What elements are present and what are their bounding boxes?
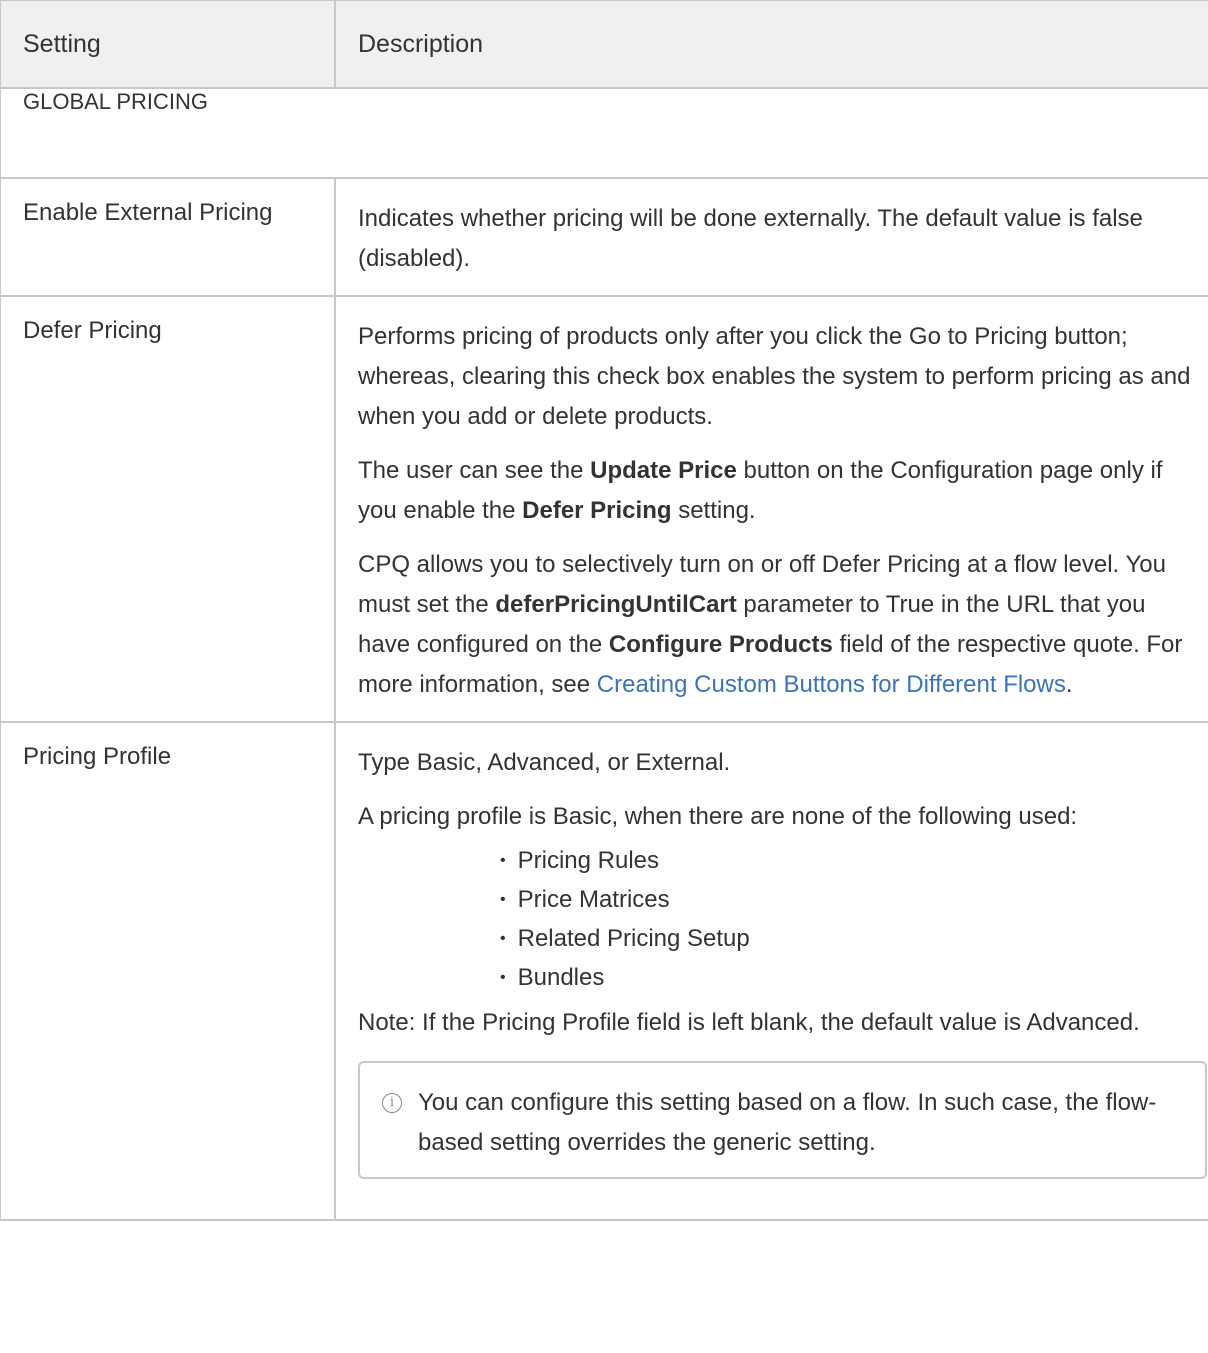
custom-buttons-link[interactable]: Creating Custom Buttons for Different Fl… (597, 671, 1066, 698)
text-span: The user can see the (358, 457, 591, 484)
info-callout: i You can configure this setting based o… (358, 1061, 1207, 1179)
profile-criteria-list: Pricing Rules Price Matrices Related Pri… (358, 843, 1195, 999)
list-item: Price Matrices (500, 882, 1195, 921)
table-row: Pricing Profile Type Basic, Advanced, or… (0, 721, 1208, 1221)
setting-description: Type Basic, Advanced, or External. A pri… (334, 721, 1208, 1221)
setting-description: Performs pricing of products only after … (334, 295, 1208, 723)
table-row: Defer Pricing Performs pricing of produc… (0, 295, 1208, 723)
info-circle-icon: i (382, 1093, 402, 1113)
list-item: Related Pricing Setup (500, 921, 1195, 960)
list-item: Bundles (500, 960, 1195, 999)
setting-description: Indicates whether pricing will be done e… (334, 177, 1208, 297)
table-row: Enable External Pricing Indicates whethe… (0, 177, 1208, 297)
column-header-setting: Setting (0, 0, 336, 89)
description-text: A pricing profile is Basic, when there a… (358, 803, 1078, 830)
info-text: You can configure this setting based on … (418, 1089, 1157, 1156)
text-span: setting. (671, 497, 756, 524)
bold-term: Defer Pricing (522, 497, 672, 524)
setting-name: Defer Pricing (0, 295, 336, 723)
settings-table: Setting Description GLOBAL PRICING Enabl… (0, 0, 1208, 1221)
setting-name: Enable External Pricing (0, 177, 336, 297)
list-item: Pricing Rules (500, 843, 1195, 882)
text-span: . (1065, 671, 1073, 698)
setting-name: Pricing Profile (0, 721, 336, 1221)
note-text: Note: If the Pricing Profile field is le… (358, 1009, 1140, 1036)
description-text: Performs pricing of products only after … (358, 323, 1191, 430)
column-header-description: Description (334, 0, 1208, 89)
bold-term: deferPricingUntilCart (495, 591, 737, 618)
description-text: Indicates whether pricing will be done e… (358, 205, 1143, 272)
table-header-row: Setting Description (0, 0, 1208, 89)
section-row: GLOBAL PRICING (0, 87, 1208, 179)
description-text: The user can see the Update Price button… (358, 451, 1195, 531)
description-text: Type Basic, Advanced, or External. (358, 749, 731, 776)
section-title: GLOBAL PRICING (0, 87, 1208, 179)
bold-term: Update Price (590, 457, 737, 484)
description-text: CPQ allows you to selectively turn on or… (358, 545, 1195, 705)
bold-term: Configure Products (608, 631, 833, 658)
